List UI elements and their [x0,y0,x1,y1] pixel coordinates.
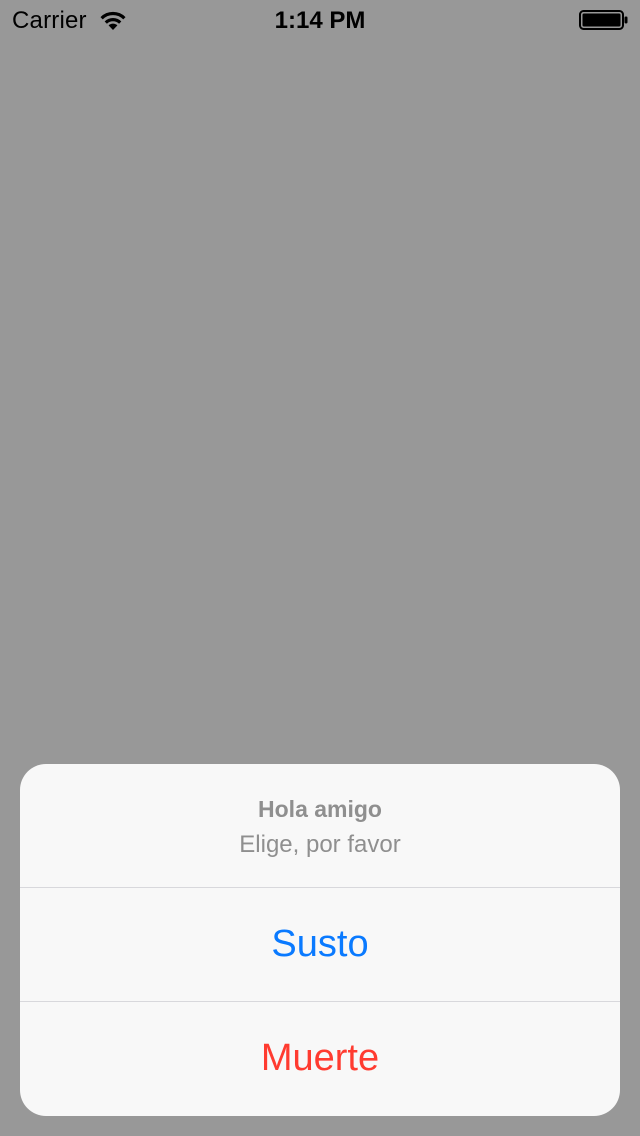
status-bar: Carrier 1:14 PM [0,0,640,40]
status-time: 1:14 PM [274,7,366,34]
action-sheet: Hola amigo Elige, por favor Susto Muerte [20,764,620,1116]
susto-button[interactable]: Susto [20,888,620,1002]
screen: Carrier 1:14 PM Hola amigo Elige, por fa… [0,0,640,1136]
action-sheet-message: Elige, por favor [239,831,401,858]
battery-icon [579,10,628,30]
muerte-button[interactable]: Muerte [20,1002,620,1115]
action-sheet-header: Hola amigo Elige, por favor [20,764,620,888]
action-sheet-title: Hola amigo [258,796,382,822]
